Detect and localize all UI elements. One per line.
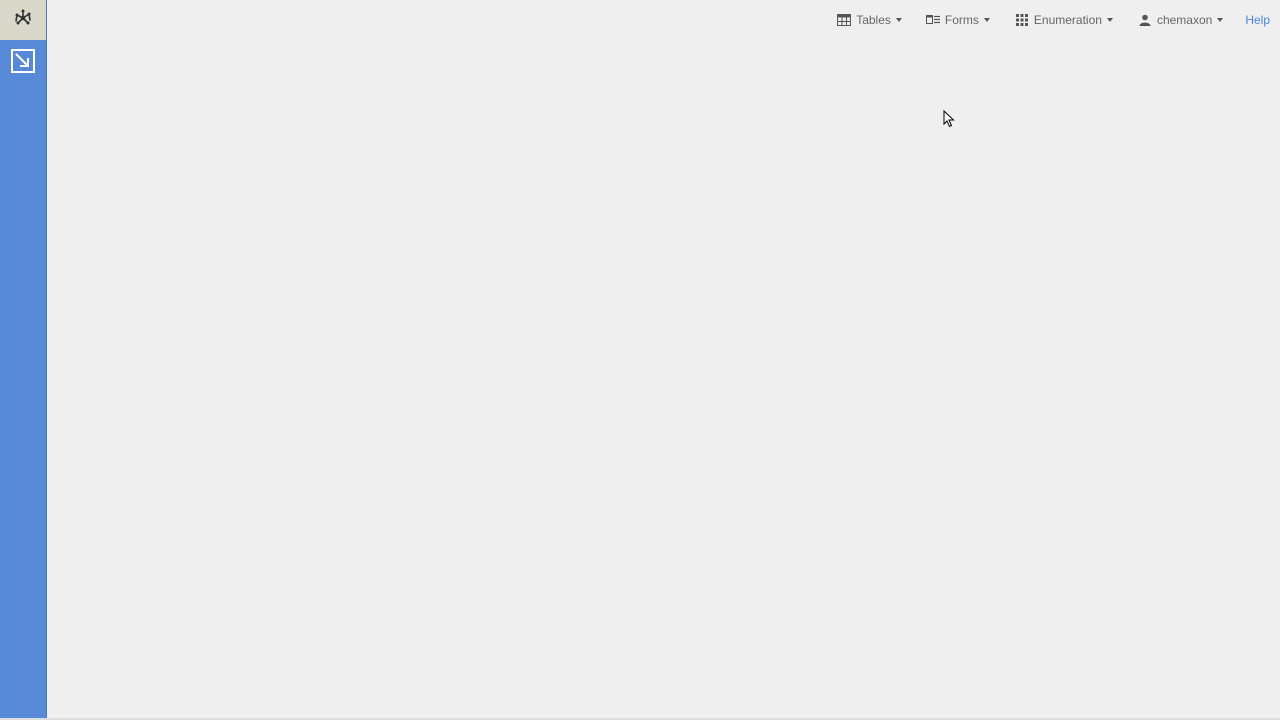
forms-menu[interactable]: Forms [925,0,990,40]
chevron-down-icon [895,18,902,22]
tables-menu[interactable]: Tables [837,0,902,40]
app-window: Tables Forms Enumeration chemaxon Help [0,0,1280,720]
logo[interactable] [0,0,46,40]
tables-menu-label: Tables [856,13,891,27]
mouse-cursor-icon [943,109,955,128]
user-menu[interactable]: chemaxon [1138,0,1224,40]
chevron-down-icon [983,18,990,22]
enumeration-menu[interactable]: Enumeration [1015,0,1113,40]
help-link[interactable]: Help [1245,0,1270,40]
chevron-down-icon [1217,18,1224,22]
user-menu-label: chemaxon [1156,13,1213,27]
table-grid-icon [837,13,852,27]
forms-menu-label: Forms [944,13,979,27]
apps-grid-icon [1015,13,1029,27]
sidebar [0,0,47,718]
expand-sidebar-button[interactable] [10,48,36,78]
molecule-logo-icon [13,8,33,33]
form-icon [925,13,940,27]
expand-arrow-icon [11,48,35,78]
chevron-down-icon [1106,18,1113,22]
enumeration-menu-label: Enumeration [1033,13,1102,27]
top-navigation: Tables Forms Enumeration chemaxon Help [837,0,1280,40]
user-icon [1138,13,1152,27]
